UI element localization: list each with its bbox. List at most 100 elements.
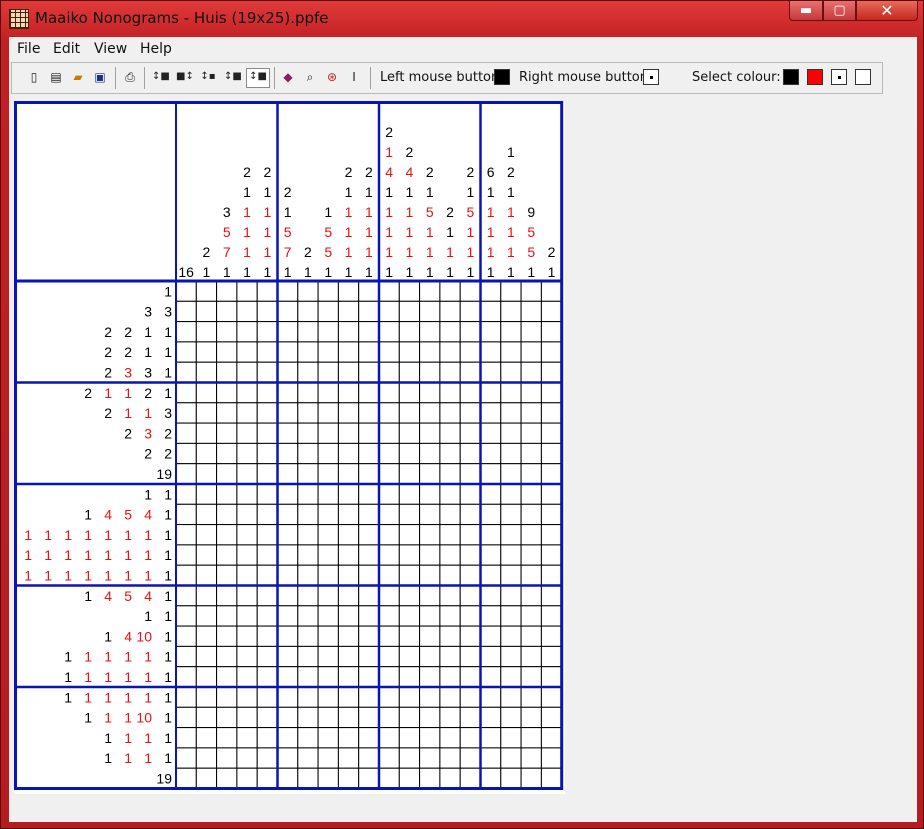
grid-cell[interactable] — [439, 280, 461, 302]
grid-cell[interactable] — [277, 402, 299, 424]
grid-cell[interactable] — [378, 503, 400, 526]
grid-cell[interactable] — [175, 422, 197, 444]
grid-cell[interactable] — [317, 524, 339, 546]
grid-cell[interactable] — [398, 727, 421, 749]
grid-cell[interactable] — [297, 300, 319, 323]
grid-cell[interactable] — [337, 706, 360, 729]
grid-cell[interactable] — [358, 686, 380, 708]
grid-cell[interactable] — [540, 422, 563, 444]
grid-cell[interactable] — [439, 422, 461, 444]
grid-cell[interactable] — [520, 483, 542, 505]
grid-cell[interactable] — [378, 727, 400, 749]
grid-cell[interactable] — [520, 402, 542, 424]
grid-cell[interactable] — [175, 483, 197, 505]
grid-cell[interactable] — [175, 402, 197, 424]
grid-cell[interactable] — [480, 483, 502, 505]
grid-cell[interactable] — [459, 706, 482, 729]
grid-cell[interactable] — [236, 483, 258, 505]
grid-cell[interactable] — [317, 727, 339, 749]
grid-cell[interactable] — [175, 666, 197, 688]
grid-cell[interactable] — [439, 300, 461, 323]
col-left-icon[interactable]: ↕▪ — [200, 69, 216, 85]
grid-cell[interactable] — [337, 544, 360, 566]
grid-cell[interactable] — [378, 483, 400, 505]
grid-cell[interactable] — [358, 503, 380, 526]
grid-cell[interactable] — [195, 605, 218, 627]
grid-cell[interactable] — [500, 382, 522, 404]
grid-cell[interactable] — [195, 747, 218, 769]
grid-cell[interactable] — [439, 341, 461, 363]
grid-cell[interactable] — [378, 402, 400, 424]
grid-cell[interactable] — [236, 361, 258, 384]
grid-cell[interactable] — [216, 564, 238, 587]
grid-cell[interactable] — [175, 341, 197, 363]
grid-cell[interactable] — [297, 585, 319, 607]
grid-cell[interactable] — [195, 321, 218, 343]
grid-cell[interactable] — [480, 280, 502, 302]
grid-cell[interactable] — [540, 463, 563, 485]
maximize-button[interactable]: ▢ — [823, 1, 856, 21]
grid-cell[interactable] — [520, 280, 542, 302]
grid-cell[interactable] — [317, 422, 339, 444]
grid-cell[interactable] — [216, 402, 238, 424]
grid-cell[interactable] — [540, 666, 563, 688]
grid-cell[interactable] — [277, 727, 299, 749]
grid-cell[interactable] — [317, 686, 339, 708]
grid-cell[interactable] — [378, 422, 400, 444]
grid-cell[interactable] — [398, 524, 421, 546]
grid-cell[interactable] — [378, 321, 400, 343]
grid-cell[interactable] — [439, 382, 461, 404]
grid-cell[interactable] — [378, 625, 400, 647]
grid-cell[interactable] — [175, 280, 197, 302]
grid-cell[interactable] — [378, 361, 400, 384]
grid-cell[interactable] — [419, 727, 441, 749]
grid-cell[interactable] — [195, 280, 218, 302]
grid-cell[interactable] — [297, 422, 319, 444]
grid-cell[interactable] — [175, 524, 197, 546]
grid-cell[interactable] — [480, 767, 502, 790]
grid-cell[interactable] — [459, 544, 482, 566]
grid-cell[interactable] — [500, 605, 522, 627]
grid-cell[interactable] — [236, 706, 258, 729]
grid-cell[interactable] — [439, 321, 461, 343]
grid-cell[interactable] — [175, 727, 197, 749]
grid-cell[interactable] — [419, 544, 441, 566]
grid-cell[interactable] — [398, 767, 421, 790]
grid-cell[interactable] — [337, 645, 360, 668]
grid-cell[interactable] — [236, 300, 258, 323]
grid-cell[interactable] — [317, 544, 339, 566]
grid-cell[interactable] — [520, 300, 542, 323]
grid-cell[interactable] — [358, 361, 380, 384]
grid-cell[interactable] — [337, 625, 360, 647]
grid-cell[interactable] — [480, 503, 502, 526]
grid-cell[interactable] — [317, 645, 339, 668]
grid-cell[interactable] — [297, 706, 319, 729]
template-icon[interactable]: ▤ — [48, 69, 64, 85]
grid-cell[interactable] — [236, 686, 258, 708]
grid-cell[interactable] — [195, 382, 218, 404]
grid-cell[interactable] — [236, 463, 258, 485]
grid-cell[interactable] — [439, 442, 461, 465]
grid-cell[interactable] — [175, 564, 197, 587]
grid-cell[interactable] — [480, 402, 502, 424]
grid-cell[interactable] — [277, 625, 299, 647]
grid-cell[interactable] — [398, 463, 421, 485]
grid-cell[interactable] — [500, 625, 522, 647]
new-icon[interactable]: ▯ — [26, 69, 42, 85]
grid-cell[interactable] — [236, 280, 258, 302]
grid-cell[interactable] — [439, 605, 461, 627]
grid-cell[interactable] — [540, 625, 563, 647]
grid-cell[interactable] — [540, 706, 563, 729]
grid-cell[interactable] — [439, 361, 461, 384]
grid-cell[interactable] — [378, 645, 400, 668]
grid-cell[interactable] — [439, 483, 461, 505]
grid-cell[interactable] — [256, 300, 278, 323]
palette-dot[interactable] — [831, 69, 847, 85]
print-icon[interactable]: ⎙ — [122, 69, 138, 85]
grid-cell[interactable] — [480, 300, 502, 323]
grid-cell[interactable] — [520, 767, 542, 790]
grid-cell[interactable] — [236, 585, 258, 607]
grid-cell[interactable] — [520, 341, 542, 363]
grid-cell[interactable] — [216, 300, 238, 323]
grid-cell[interactable] — [378, 544, 400, 566]
